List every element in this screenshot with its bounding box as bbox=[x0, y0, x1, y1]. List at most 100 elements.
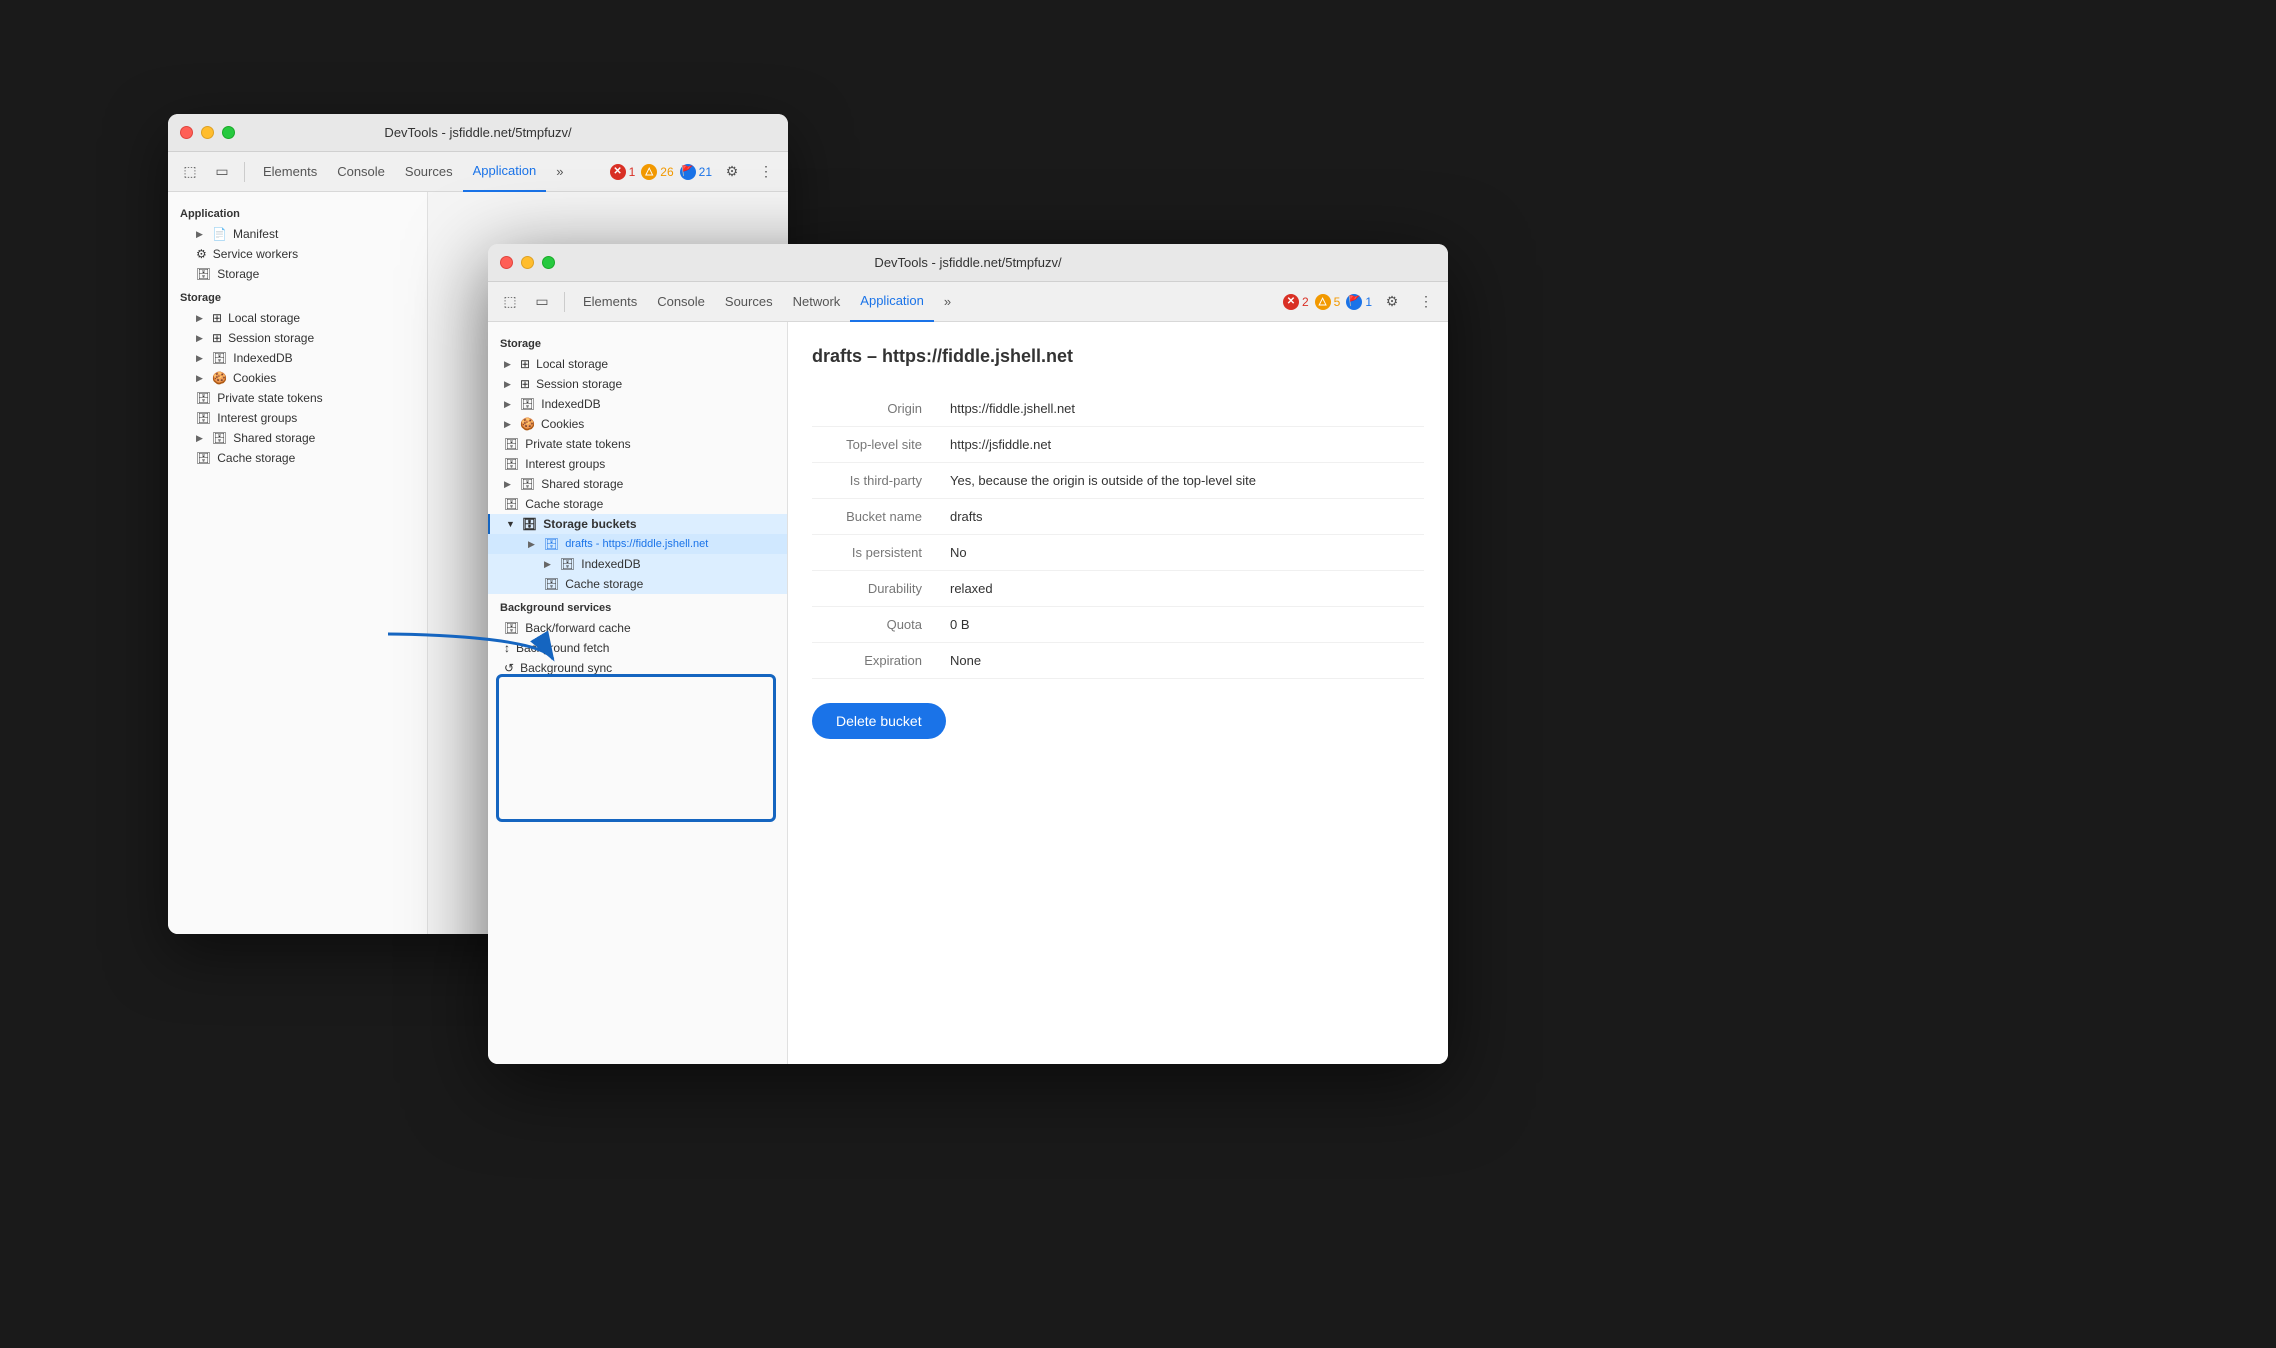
cache-bucket-icon: 🗄 bbox=[544, 577, 559, 591]
arrow-expand-icon: ▼ bbox=[506, 519, 516, 529]
local-storage-label: Local storage bbox=[228, 311, 300, 325]
expiration-value: None bbox=[942, 643, 1424, 679]
storage-icon: 🗄 bbox=[196, 267, 211, 281]
device-icon[interactable]: ▭ bbox=[208, 158, 236, 186]
arrow-icon: ▶ bbox=[504, 399, 514, 410]
front-indexeddb-bucket[interactable]: ▶ 🗄 IndexedDB bbox=[488, 554, 787, 574]
durability-value: relaxed bbox=[942, 571, 1424, 607]
front-maximize-button[interactable] bbox=[542, 256, 555, 269]
session-icon: ⊞ bbox=[520, 377, 530, 391]
front-interest-groups[interactable]: 🗄 Interest groups bbox=[488, 454, 787, 474]
front-minimize-button[interactable] bbox=[521, 256, 534, 269]
shared-storage-icon: 🗄 bbox=[212, 431, 227, 445]
arrow-icon: ▶ bbox=[504, 359, 514, 370]
toplevel-key: Top-level site bbox=[812, 427, 942, 463]
front-storage-buckets[interactable]: ▼ 🗄 Storage buckets bbox=[488, 514, 787, 534]
sidebar-session-storage[interactable]: ▶ ⊞ Session storage bbox=[168, 328, 427, 348]
bg-fetch-label: Background fetch bbox=[516, 641, 609, 655]
tab-more[interactable]: » bbox=[546, 152, 573, 192]
back-titlebar: DevTools - jsfiddle.net/5tmpfuzv/ bbox=[168, 114, 788, 152]
private-tokens-label: Private state tokens bbox=[217, 391, 322, 405]
detail-panel: drafts – https://fiddle.jshell.net Origi… bbox=[788, 322, 1448, 1064]
front-inspect-icon[interactable]: ⬚ bbox=[496, 288, 524, 316]
local-storage-label: Local storage bbox=[536, 357, 608, 371]
detail-row-expiration: Expiration None bbox=[812, 643, 1424, 679]
more-icon[interactable]: ⋮ bbox=[752, 158, 780, 186]
tab-application[interactable]: Application bbox=[463, 152, 547, 192]
arrow-icon: ▶ bbox=[528, 539, 538, 550]
shared-storage-label: Shared storage bbox=[541, 477, 623, 491]
front-warn-icon: △ bbox=[1315, 294, 1331, 310]
toolbar-divider bbox=[244, 162, 245, 182]
settings-icon[interactable]: ⚙ bbox=[718, 158, 746, 186]
interest-groups-icon: 🗄 bbox=[504, 457, 519, 471]
maximize-button[interactable] bbox=[222, 126, 235, 139]
sidebar-private-state-tokens[interactable]: 🗄 Private state tokens bbox=[168, 388, 427, 408]
durability-key: Durability bbox=[812, 571, 942, 607]
front-toolbar: ⬚ ▭ Elements Console Sources Network App… bbox=[488, 282, 1448, 322]
sidebar-interest-groups[interactable]: 🗄 Interest groups bbox=[168, 408, 427, 428]
storage-label: Storage bbox=[217, 267, 259, 281]
front-bg-fetch[interactable]: ↕ Background fetch bbox=[488, 638, 787, 658]
back-toolbar: ⬚ ▭ Elements Console Sources Application… bbox=[168, 152, 788, 192]
minimize-button[interactable] bbox=[201, 126, 214, 139]
front-settings-icon[interactable]: ⚙ bbox=[1378, 288, 1406, 316]
front-tab-sources[interactable]: Sources bbox=[715, 282, 783, 322]
front-tab-console[interactable]: Console bbox=[647, 282, 715, 322]
private-tokens-icon: 🗄 bbox=[504, 437, 519, 451]
quota-value: 0 B bbox=[942, 607, 1424, 643]
bucketname-value: drafts bbox=[942, 499, 1424, 535]
sidebar-manifest[interactable]: ▶ 📄 Manifest bbox=[168, 224, 427, 244]
front-cookies[interactable]: ▶ 🍪 Cookies bbox=[488, 414, 787, 434]
front-more-icon[interactable]: ⋮ bbox=[1412, 288, 1440, 316]
sidebar-storage-main[interactable]: 🗄 Storage bbox=[168, 264, 427, 284]
front-device-icon[interactable]: ▭ bbox=[528, 288, 556, 316]
front-body: Storage ▶ ⊞ Local storage ▶ ⊞ Session st… bbox=[488, 322, 1448, 1064]
sidebar-cache-storage[interactable]: 🗄 Cache storage bbox=[168, 448, 427, 468]
front-tab-network[interactable]: Network bbox=[783, 282, 851, 322]
origin-key: Origin bbox=[812, 391, 942, 427]
tab-console[interactable]: Console bbox=[327, 152, 395, 192]
sidebar-service-workers[interactable]: ⚙ Service workers bbox=[168, 244, 427, 264]
sidebar-shared-storage[interactable]: ▶ 🗄 Shared storage bbox=[168, 428, 427, 448]
front-private-tokens[interactable]: 🗄 Private state tokens bbox=[488, 434, 787, 454]
arrow-icon: ▶ bbox=[196, 229, 206, 240]
front-toolbar-tabs: Elements Console Sources Network Applica… bbox=[573, 282, 1279, 322]
tab-sources[interactable]: Sources bbox=[395, 152, 463, 192]
front-section-storage: Storage bbox=[488, 330, 787, 354]
tab-elements[interactable]: Elements bbox=[253, 152, 327, 192]
arrow-icon: ▶ bbox=[196, 313, 206, 324]
close-button[interactable] bbox=[180, 126, 193, 139]
delete-bucket-button[interactable]: Delete bucket bbox=[812, 703, 946, 739]
front-drafts-item[interactable]: ▶ 🗄 drafts - https://fiddle.jshell.net bbox=[488, 534, 787, 554]
backforward-icon: 🗄 bbox=[504, 621, 519, 635]
front-bg-sync[interactable]: ↺ Background sync bbox=[488, 658, 787, 678]
drafts-label: drafts - https://fiddle.jshell.net bbox=[565, 538, 708, 550]
indexeddb-bucket-icon: 🗄 bbox=[560, 557, 575, 571]
front-local-storage[interactable]: ▶ ⊞ Local storage bbox=[488, 354, 787, 374]
front-close-button[interactable] bbox=[500, 256, 513, 269]
front-session-storage[interactable]: ▶ ⊞ Session storage bbox=[488, 374, 787, 394]
info-icon: 🚩 bbox=[680, 164, 696, 180]
front-indexeddb[interactable]: ▶ 🗄 IndexedDB bbox=[488, 394, 787, 414]
front-back-forward-cache[interactable]: 🗄 Back/forward cache bbox=[488, 618, 787, 638]
front-tab-application[interactable]: Application bbox=[850, 282, 934, 322]
storage-buckets-label: Storage buckets bbox=[543, 517, 636, 531]
front-tab-more[interactable]: » bbox=[934, 282, 961, 322]
section-bg-services: Background services bbox=[488, 594, 787, 618]
cookies-label: Cookies bbox=[541, 417, 584, 431]
sidebar-indexeddb[interactable]: ▶ 🗄 IndexedDB bbox=[168, 348, 427, 368]
front-shared-storage[interactable]: ▶ 🗄 Shared storage bbox=[488, 474, 787, 494]
sidebar-local-storage[interactable]: ▶ ⊞ Local storage bbox=[168, 308, 427, 328]
private-tokens-label: Private state tokens bbox=[525, 437, 630, 451]
front-cache-storage-bucket[interactable]: 🗄 Cache storage bbox=[488, 574, 787, 594]
back-window-title: DevTools - jsfiddle.net/5tmpfuzv/ bbox=[384, 125, 571, 140]
cookies-label: Cookies bbox=[233, 371, 276, 385]
interest-groups-label: Interest groups bbox=[217, 411, 297, 425]
indexeddb-icon: 🗄 bbox=[520, 397, 535, 411]
inspect-icon[interactable]: ⬚ bbox=[176, 158, 204, 186]
sidebar-cookies[interactable]: ▶ 🍪 Cookies bbox=[168, 368, 427, 388]
indexeddb-icon: 🗄 bbox=[212, 351, 227, 365]
front-cache-storage[interactable]: 🗄 Cache storage bbox=[488, 494, 787, 514]
front-tab-elements[interactable]: Elements bbox=[573, 282, 647, 322]
